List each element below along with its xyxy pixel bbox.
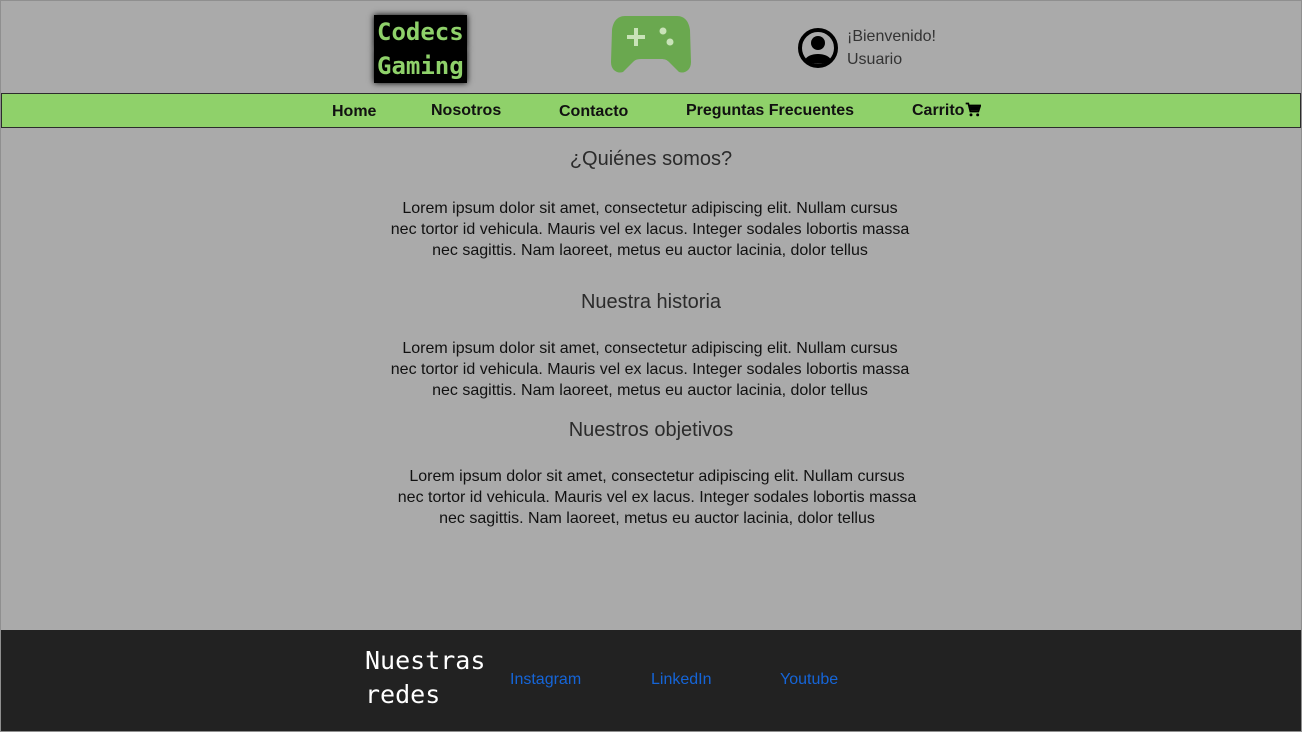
footer-title: Nuestras redes	[365, 646, 486, 709]
section-title-goals: Nuestros objetivos	[568, 419, 734, 441]
nav-cart[interactable]: Carrito	[912, 102, 982, 120]
section-text-about: Lorem ipsum dolor sit amet, consectetur …	[390, 200, 910, 259]
welcome-greeting: ¡Bienvenido!	[847, 28, 936, 45]
logo-line-2: Gaming	[374, 49, 467, 83]
site-logo[interactable]: Codecs Gaming	[374, 15, 467, 83]
shopping-cart-icon	[966, 102, 982, 117]
section-text-history: Lorem ipsum dolor sit amet, consectetur …	[390, 340, 910, 399]
section-text-goals: Lorem ipsum dolor sit amet, consectetur …	[397, 468, 917, 527]
welcome-username: Usuario	[847, 51, 903, 68]
section-title-history: Nuestra historia	[580, 291, 722, 313]
welcome-message: ¡Bienvenido! Usuario	[847, 25, 936, 71]
linkedin-link[interactable]: LinkedIn	[651, 671, 712, 689]
nav-faq[interactable]: Preguntas Frecuentes	[686, 102, 854, 120]
user-account-icon[interactable]	[798, 28, 838, 68]
page: Codecs Gaming ¡Bienvenido! Usuario Home …	[0, 0, 1302, 732]
logo-line-1: Codecs	[374, 15, 467, 49]
nav-cart-label: Carrito	[912, 102, 965, 119]
nav-contact[interactable]: Contacto	[559, 103, 628, 121]
gamepad-icon	[611, 16, 691, 73]
main-nav: Home Nosotros Contacto Preguntas Frecuen…	[1, 93, 1301, 128]
section-title-about: ¿Quiénes somos?	[569, 148, 733, 170]
nav-home[interactable]: Home	[332, 103, 376, 121]
site-footer: Nuestras redes Instagram LinkedIn Youtub…	[1, 630, 1301, 731]
youtube-link[interactable]: Youtube	[780, 671, 838, 689]
instagram-link[interactable]: Instagram	[510, 671, 581, 689]
nav-about[interactable]: Nosotros	[431, 102, 501, 120]
site-header: Codecs Gaming ¡Bienvenido! Usuario	[1, 1, 1301, 93]
